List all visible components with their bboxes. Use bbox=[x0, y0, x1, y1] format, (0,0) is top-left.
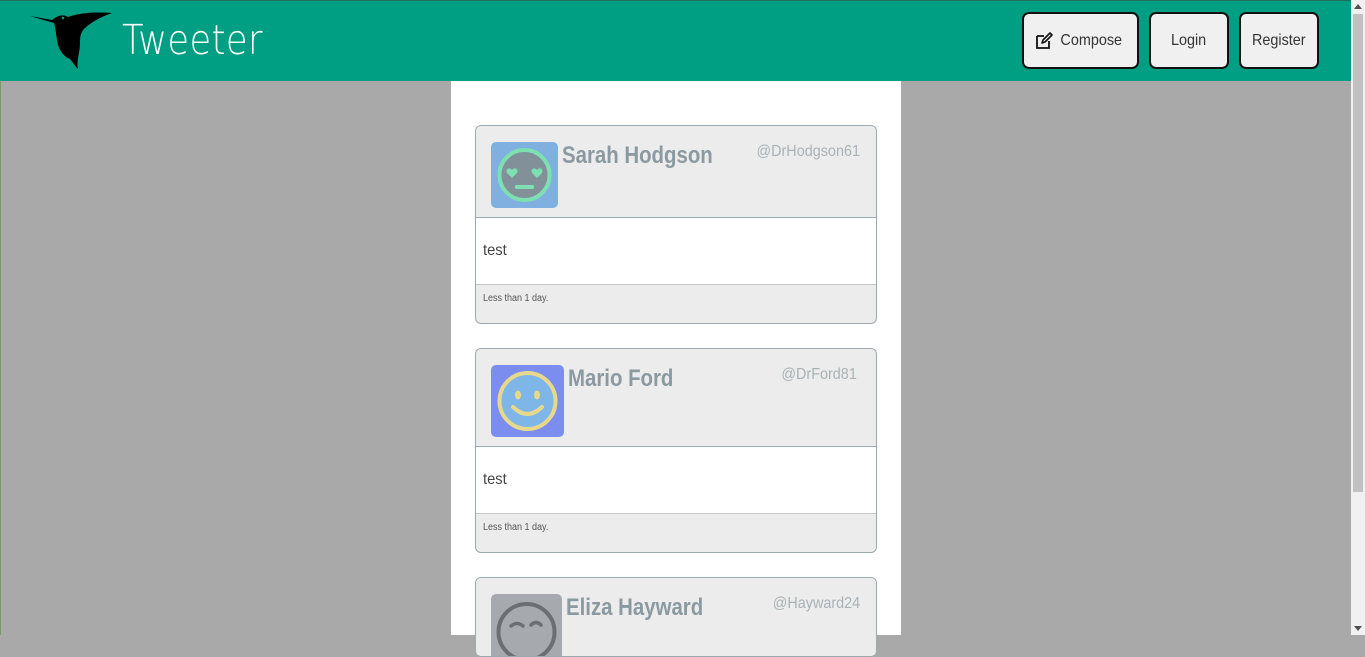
edit-icon bbox=[1036, 31, 1054, 49]
tweet-author-handle[interactable]: @Hayward24 bbox=[773, 595, 860, 613]
tweet-timestamp: Less than 1 day. bbox=[483, 522, 549, 533]
login-button[interactable]: Login bbox=[1149, 12, 1229, 69]
tweet-author-handle[interactable]: @DrHodgson61 bbox=[757, 143, 860, 161]
tweet-card: Eliza Hayward @Hayward24 bbox=[475, 577, 877, 657]
tweet-author-name[interactable]: Eliza Hayward bbox=[566, 594, 703, 622]
scrollbar-thumb[interactable] bbox=[1353, 14, 1363, 492]
heart-eyes-face-icon[interactable] bbox=[491, 142, 558, 208]
smiley-face-icon[interactable] bbox=[491, 365, 564, 437]
tweet-header: Mario Ford @DrFord81 bbox=[476, 349, 876, 447]
winking-face-icon[interactable] bbox=[491, 594, 562, 656]
tweet-feed: Sarah Hodgson @DrHodgson61 test Less tha… bbox=[451, 81, 901, 657]
register-button-label: Register bbox=[1252, 31, 1306, 49]
top-navbar: Tweeter Compose Login Register bbox=[0, 0, 1351, 81]
tweet-card: Mario Ford @DrFord81 test Less than 1 da… bbox=[475, 348, 877, 553]
tweet-text: test bbox=[483, 471, 507, 488]
tweet-author-handle[interactable]: @DrFord81 bbox=[782, 366, 857, 384]
hummingbird-logo-icon bbox=[30, 12, 112, 69]
scroll-down-arrow-icon[interactable] bbox=[1354, 626, 1362, 631]
tweet-body: test bbox=[476, 447, 876, 514]
vertical-scrollbar[interactable] bbox=[1351, 0, 1365, 635]
register-button[interactable]: Register bbox=[1239, 12, 1319, 69]
tweet-header: Sarah Hodgson @DrHodgson61 bbox=[476, 126, 876, 218]
compose-button-label: Compose bbox=[1060, 31, 1123, 49]
tweet-footer: Less than 1 day. bbox=[476, 285, 876, 323]
tweet-text: test bbox=[483, 242, 507, 259]
brand-title[interactable]: Tweeter bbox=[122, 15, 263, 65]
tweet-timestamp: Less than 1 day. bbox=[483, 293, 549, 304]
scroll-up-arrow-icon[interactable] bbox=[1354, 4, 1362, 9]
compose-button[interactable]: Compose bbox=[1022, 12, 1139, 69]
tweet-card: Sarah Hodgson @DrHodgson61 test Less tha… bbox=[475, 125, 877, 324]
login-button-label: Login bbox=[1171, 31, 1207, 49]
tweet-footer: Less than 1 day. bbox=[476, 514, 876, 552]
tweet-author-name[interactable]: Sarah Hodgson bbox=[562, 142, 713, 170]
tweet-author-name[interactable]: Mario Ford bbox=[568, 365, 673, 393]
tweet-body: test bbox=[476, 218, 876, 285]
tweet-header: Eliza Hayward @Hayward24 bbox=[476, 578, 876, 656]
page-edge bbox=[0, 0, 1, 635]
